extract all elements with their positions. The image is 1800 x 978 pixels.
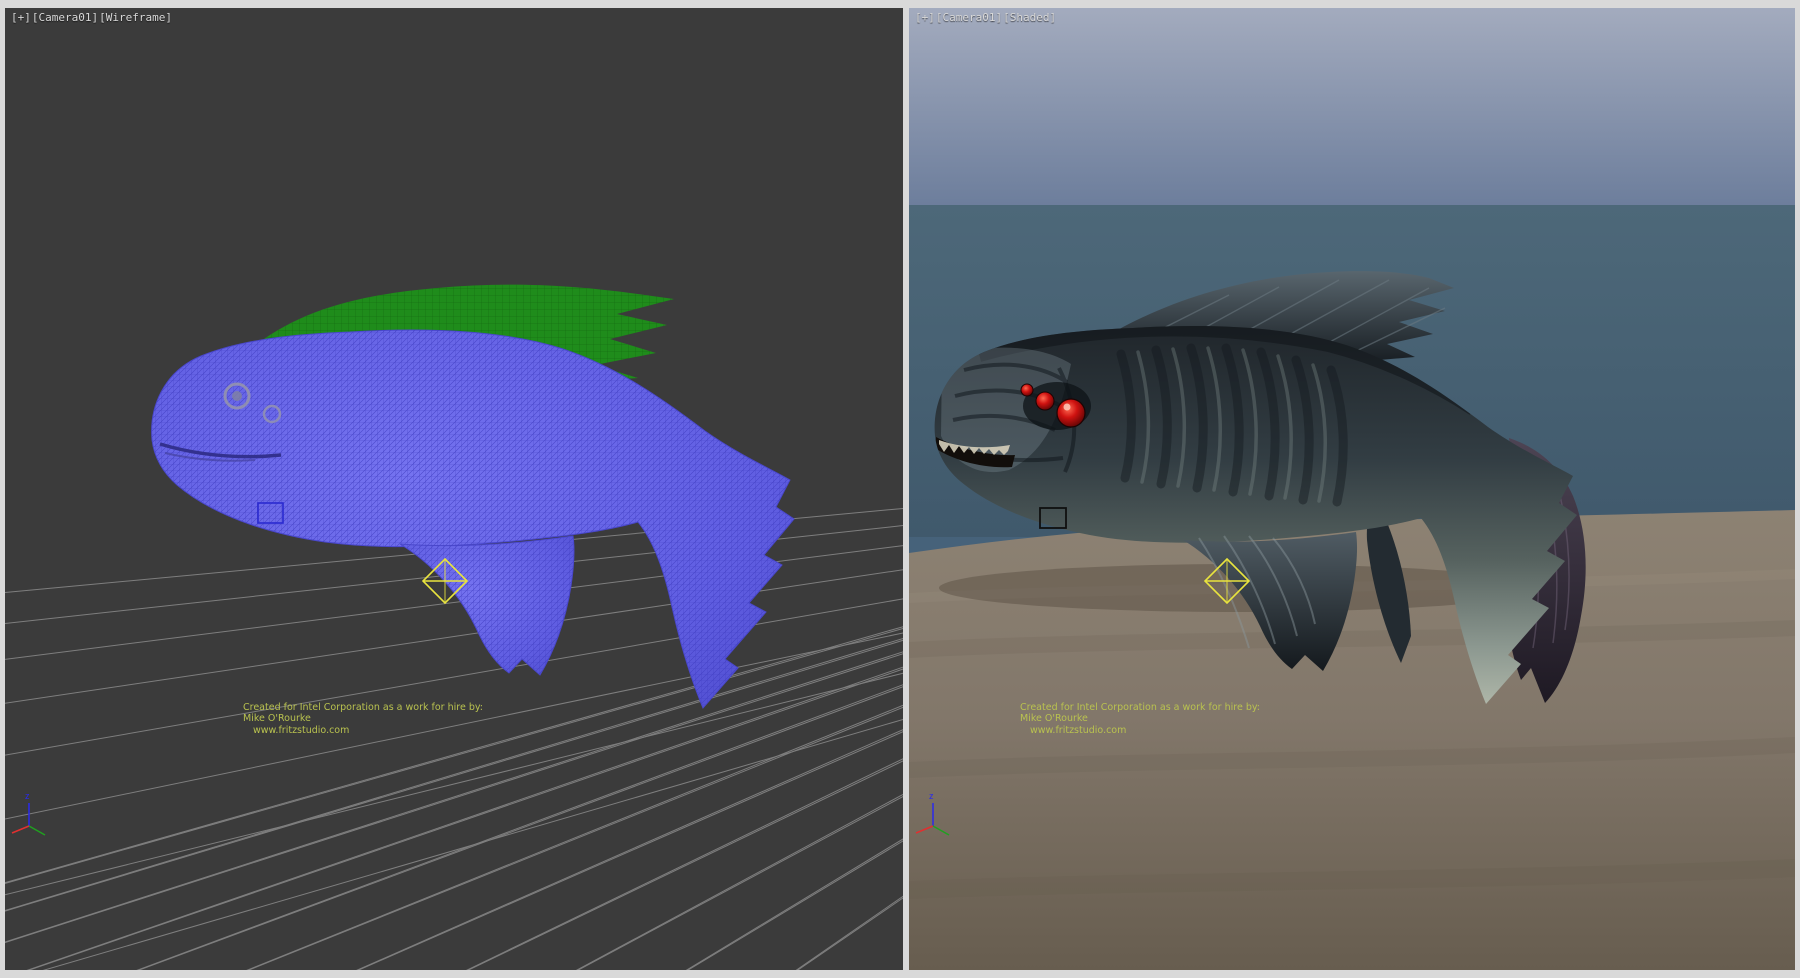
viewport-split-layout: Created for Intel Corporation as a work … <box>0 0 1800 978</box>
axis-z-label: z <box>929 791 934 801</box>
eye-dot <box>232 391 242 401</box>
eye-large <box>1057 399 1085 427</box>
viewport-menu-pov[interactable]: [Camera01] <box>32 11 98 24</box>
shaded-scene: Created for Intel Corporation as a work … <box>909 8 1795 970</box>
attribution-line1: Created for Intel Corporation as a work … <box>1020 702 1260 713</box>
viewport-menu-shading[interactable]: [Shaded] <box>1003 11 1056 24</box>
viewport-menu-general[interactable]: [+] <box>915 11 935 24</box>
wireframe-scene: Created for Intel Corporation as a work … <box>5 8 903 970</box>
attribution-line3: www.fritzstudio.com <box>1030 725 1126 736</box>
attribution-line2: Mike O'Rourke <box>243 713 311 724</box>
eye-medium <box>1036 392 1054 410</box>
attribution-line3: www.fritzstudio.com <box>253 725 349 736</box>
viewport-menu-general[interactable]: [+] <box>11 11 31 24</box>
viewport-label-wireframe: [+][Camera01][Wireframe] <box>11 11 173 24</box>
attribution-line1: Created for Intel Corporation as a work … <box>243 702 483 713</box>
viewport-wireframe[interactable]: Created for Intel Corporation as a work … <box>5 8 903 970</box>
eye-specular <box>1064 404 1071 411</box>
attribution-line2: Mike O'Rourke <box>1020 713 1088 724</box>
viewport-menu-shading[interactable]: [Wireframe] <box>99 11 172 24</box>
viewport-shaded[interactable]: Created for Intel Corporation as a work … <box>909 8 1795 970</box>
axis-z-label: z <box>25 791 30 801</box>
eye-small <box>1021 384 1033 396</box>
viewport-label-shaded: [+][Camera01][Shaded] <box>915 11 1057 24</box>
viewport-menu-pov[interactable]: [Camera01] <box>936 11 1002 24</box>
sky <box>909 8 1795 205</box>
